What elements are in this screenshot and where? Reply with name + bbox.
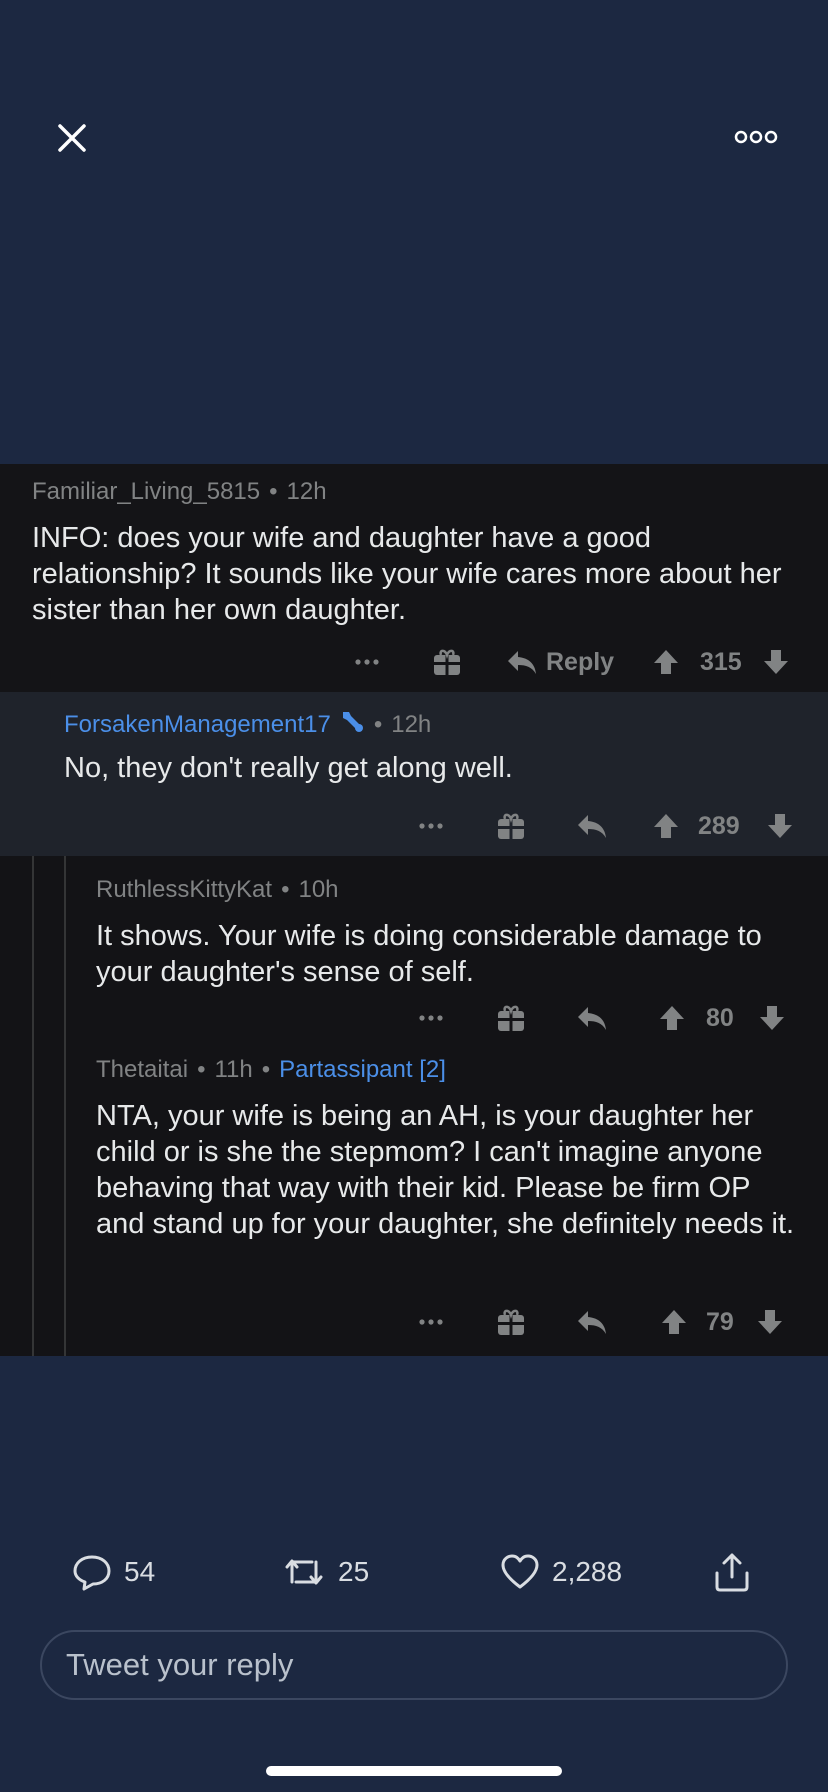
thread-line [64,856,66,1356]
gift-icon [498,1005,524,1031]
downvote-icon [758,1310,782,1334]
meta-separator: • [261,1056,271,1083]
award-button[interactable] [496,806,526,846]
retweet-icon [285,1559,323,1585]
comment-actions: 80 [0,998,828,1038]
meta-separator: • [269,478,278,505]
more-icon [419,1015,443,1021]
comment-username[interactable]: Familiar_Living_5815 [32,478,260,506]
retweet-count: 25 [338,1556,370,1587]
comment-actions: 79 [0,1302,828,1342]
comment-time: 11h [214,1056,253,1083]
like-count: 2,288 [552,1556,623,1587]
reply-button[interactable]: Reply [506,642,614,682]
more-options-button[interactable] [734,126,778,148]
comment-meta: Thetaitai • 11h • Partassipant [2] [96,1056,446,1084]
upvote-icon [654,814,678,838]
reply-count-button[interactable]: 54 [72,1548,155,1596]
comment-actions: 289 [0,806,828,846]
score: 315 [700,647,742,676]
reply-button[interactable] [576,1302,608,1342]
retweet-button[interactable]: 25 [282,1548,369,1596]
award-button[interactable] [496,998,526,1038]
reply-icon [578,1007,606,1030]
downvote-button[interactable] [766,806,794,846]
tweet-reply-input[interactable] [66,1632,766,1698]
upvote-icon [660,1006,684,1030]
upvote-icon [662,1310,686,1334]
comment-text: NTA, your wife is being an AH, is your d… [96,1100,795,1240]
upvote-button[interactable] [658,998,686,1038]
more-options-icon [734,130,778,144]
upvote-button[interactable] [652,642,680,682]
award-button[interactable] [496,1302,526,1342]
share-button[interactable] [712,1548,752,1596]
award-button[interactable] [432,642,462,682]
comment-meta: Familiar_Living_5815 • 12h [32,478,327,506]
score: 80 [706,1003,734,1032]
downvote-button[interactable] [758,998,786,1038]
more-button[interactable] [418,1302,444,1342]
reply-icon [508,651,536,674]
comment: Familiar_Living_5815 • 12h INFO: does yo… [0,464,828,692]
tweet-action-bar: 54 25 2,288 [0,1548,828,1596]
more-icon [419,1319,443,1325]
comment-username[interactable]: Thetaitai [96,1056,188,1084]
comment-text: It shows. Your wife is doing considerabl… [96,920,762,988]
comment-time: 12h [286,478,327,505]
downvote-button[interactable] [756,1302,784,1342]
heart-icon [501,1554,539,1589]
score: 79 [706,1307,734,1336]
home-indicator[interactable] [266,1766,562,1776]
comment-text: INFO: does your wife and daughter have a… [32,522,782,626]
gift-icon [434,649,460,675]
more-button[interactable] [418,998,444,1038]
reply-count: 54 [124,1556,156,1587]
share-icon [715,1553,749,1592]
meta-separator: • [281,876,290,903]
score: 289 [698,811,740,840]
close-button[interactable] [52,118,92,158]
nested-replies: RuthlessKittyKat • 10h It shows. Your wi… [0,856,828,1356]
comment-username[interactable]: ForsakenManagement17 [64,711,331,739]
comment-actions: Reply 315 [0,642,828,682]
more-button[interactable] [418,806,444,846]
top-bar [0,0,828,280]
upvote-button[interactable] [652,806,680,846]
comment-icon [73,1555,111,1591]
reply-label: Reply [546,647,615,676]
upvote-icon [654,650,678,674]
reply-icon [578,1311,606,1334]
downvote-button[interactable] [762,642,790,682]
tweet-reply-box[interactable] [40,1630,788,1700]
comment-meta: ForsakenManagement17 • 12h [64,708,431,741]
embedded-comment-screenshot: Familiar_Living_5815 • 12h INFO: does yo… [0,464,828,1356]
comment-time: 12h [391,710,432,738]
reply-icon [578,815,606,838]
meta-separator: • [373,710,383,738]
reply-button[interactable] [576,998,608,1038]
user-flair: Partassipant [2] [279,1056,446,1083]
downvote-icon [764,650,788,674]
like-button[interactable]: 2,288 [500,1548,622,1596]
downvote-icon [760,1006,784,1030]
meta-separator: • [197,1056,206,1083]
thread-line [32,856,34,1356]
comment-text: No, they don't really get along well. [64,752,513,784]
more-icon [419,823,443,829]
comment-meta: RuthlessKittyKat • 10h [96,876,339,904]
comment-username[interactable]: RuthlessKittyKat [96,876,272,904]
upvote-button[interactable] [660,1302,688,1342]
comment-time: 10h [298,876,339,903]
more-button[interactable] [354,642,380,682]
more-icon [355,659,379,665]
reply-button[interactable] [576,806,608,846]
mod-wrench-icon [339,708,365,741]
downvote-icon [768,814,792,838]
comment-op-reply: ForsakenManagement17 • 12h No, they don'… [0,692,828,856]
close-icon [58,124,86,152]
gift-icon [498,1309,524,1335]
gift-icon [498,813,524,839]
